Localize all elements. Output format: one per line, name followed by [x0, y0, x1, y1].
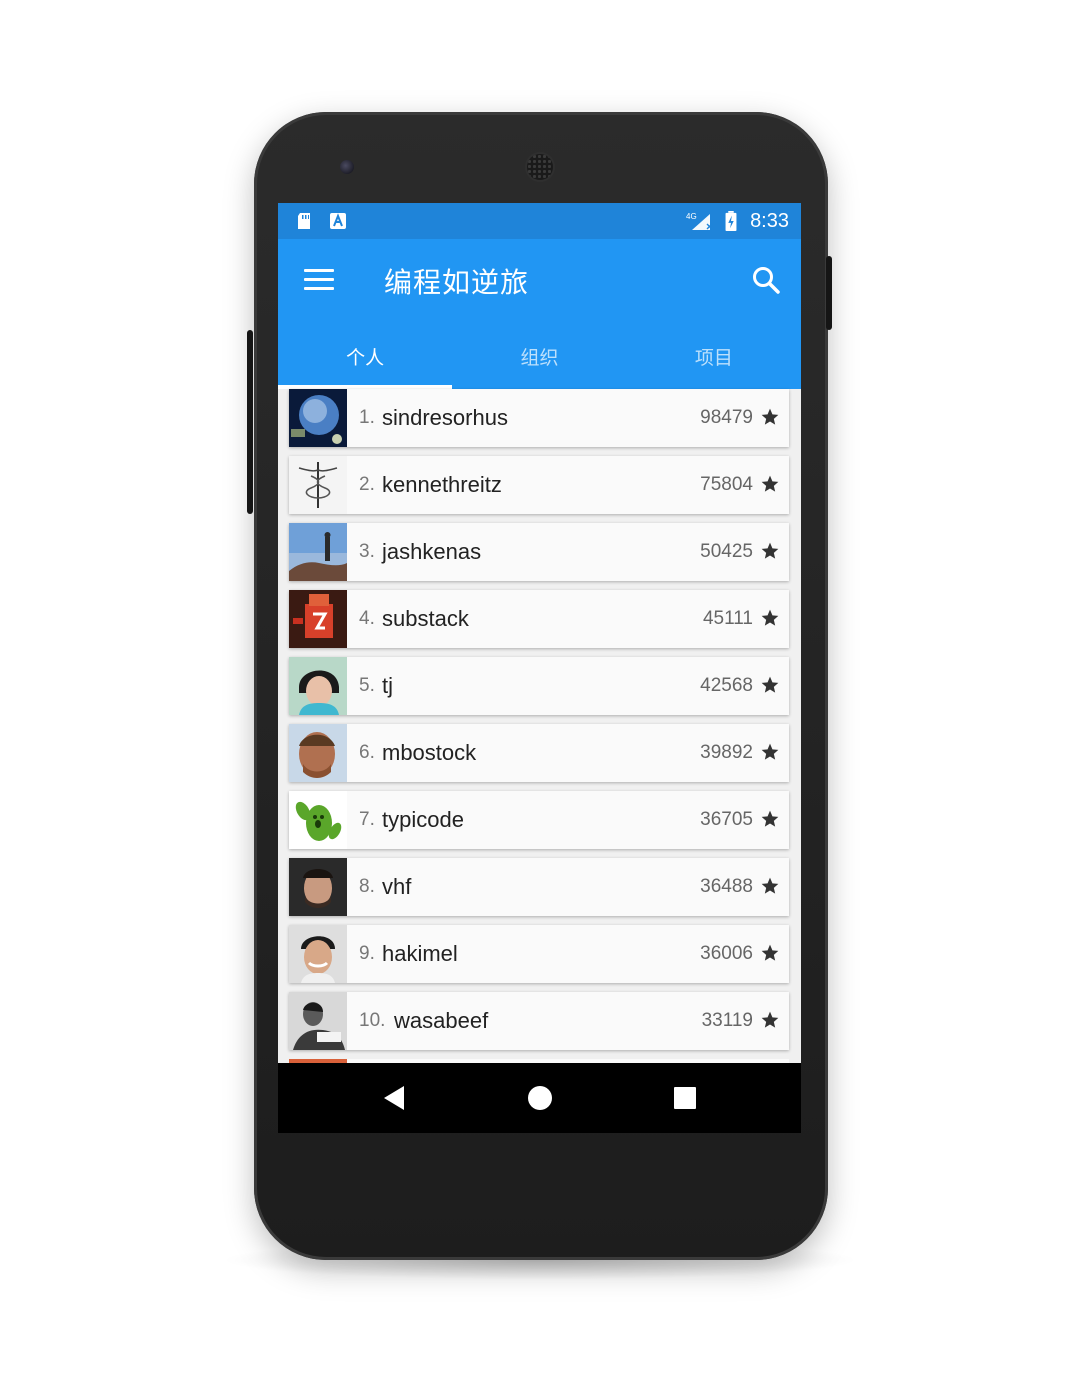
avatar [289, 389, 347, 447]
keyboard-a-icon [330, 213, 346, 229]
tab-bar: 个人 组织 项目 [278, 339, 801, 389]
list-item[interactable]: 10. wasabeef 33119 [289, 992, 789, 1050]
rank-label: 7. [359, 809, 375, 830]
rank-label: 10. [359, 1010, 386, 1031]
svg-text:4G: 4G [686, 212, 697, 221]
avatar [289, 590, 347, 648]
list-item[interactable]: 6. mbostock 39892 [289, 724, 789, 782]
recents-icon[interactable] [673, 1086, 697, 1110]
star-icon [761, 475, 779, 492]
rank-label: 4. [359, 608, 375, 629]
username: vhf [382, 874, 412, 899]
star-icon [761, 1011, 779, 1028]
status-bar: 4G 8:33 [278, 203, 801, 239]
star-count: 98479 [700, 407, 753, 428]
rank-label: 2. [359, 474, 375, 495]
avatar [289, 925, 347, 983]
star-count: 39892 [700, 742, 753, 763]
list-item[interactable]: 3. jashkenas 50425 [289, 523, 789, 581]
earpiece-speaker [527, 154, 553, 180]
star-icon [761, 542, 779, 559]
home-icon[interactable] [527, 1085, 553, 1111]
tab-organization[interactable]: 组织 [452, 339, 626, 389]
list-item[interactable]: 4. substack 45111 [289, 590, 789, 648]
star-count: 36705 [700, 809, 753, 830]
clock: 8:33 [750, 210, 789, 232]
username: jashkenas [382, 539, 482, 564]
rank-label: 5. [359, 675, 375, 696]
list-item[interactable]: 9. hakimel 36006 [289, 925, 789, 983]
star-count: 33119 [701, 1010, 753, 1031]
sd-card-icon [298, 213, 310, 229]
list-item[interactable]: 7. typicode 36705 [289, 791, 789, 849]
power-button [826, 256, 832, 330]
rank-label: 6. [359, 742, 375, 763]
signal-4g-icon: 4G [686, 212, 713, 230]
battery-charging-icon [725, 211, 737, 231]
username: typicode [382, 807, 464, 832]
rank-label: 1. [359, 407, 375, 428]
rank-label: 3. [359, 541, 375, 562]
user-list: 1. sindresorhus 98479 2. kennethreitz 75… [289, 389, 789, 1059]
star-count: 75804 [700, 474, 753, 495]
avatar [289, 724, 347, 782]
navigation-bar [278, 1063, 801, 1133]
avatar [289, 992, 347, 1050]
avatar [289, 858, 347, 916]
avatar [289, 657, 347, 715]
front-camera [340, 160, 354, 174]
star-icon [761, 408, 779, 425]
tab-personal[interactable]: 个人 [278, 339, 452, 389]
volume-button [247, 330, 253, 514]
menu-icon[interactable] [304, 269, 334, 293]
search-icon[interactable] [751, 265, 781, 295]
username: sindresorhus [382, 405, 508, 430]
username: tj [382, 673, 393, 698]
star-icon [761, 944, 779, 961]
avatar [289, 456, 347, 514]
username: substack [382, 606, 469, 631]
star-count: 42568 [700, 675, 753, 696]
star-icon [761, 676, 779, 693]
star-icon [761, 609, 779, 626]
star-count: 36488 [700, 876, 753, 897]
star-count: 36006 [700, 943, 753, 964]
app-bar: 编程如逆旅 个人 组织 项目 [278, 239, 801, 389]
list-item[interactable]: 8. vhf 36488 [289, 858, 789, 916]
rank-label: 9. [359, 943, 375, 964]
username: hakimel [382, 941, 458, 966]
rank-label: 8. [359, 876, 375, 897]
star-count: 50425 [700, 541, 753, 562]
avatar [289, 791, 347, 849]
back-icon[interactable] [382, 1085, 406, 1111]
avatar [289, 523, 347, 581]
list-item[interactable]: 5. tj 42568 [289, 657, 789, 715]
username: wasabeef [394, 1008, 489, 1033]
star-icon [761, 743, 779, 760]
list-item[interactable]: 2. kennethreitz 75804 [289, 456, 789, 514]
screen: 4G 8:33 编程如逆旅 个人 组织 项目 1. sindresorhus 9… [278, 203, 801, 1133]
app-title: 编程如逆旅 [384, 266, 530, 299]
username: kennethreitz [382, 472, 502, 497]
star-icon [761, 877, 779, 894]
star-icon [761, 810, 779, 827]
star-count: 45111 [702, 608, 753, 629]
username: mbostock [382, 740, 477, 765]
list-item[interactable]: 1. sindresorhus 98479 [289, 389, 789, 447]
tab-projects[interactable]: 项目 [627, 339, 801, 389]
